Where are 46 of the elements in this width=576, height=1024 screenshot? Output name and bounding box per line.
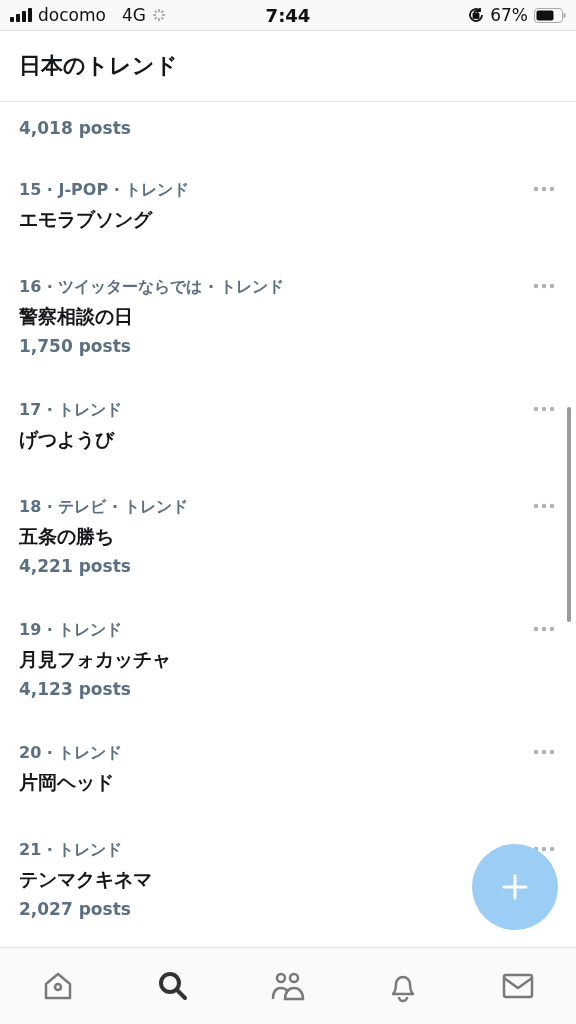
trend-category: 19 · トレンド: [19, 620, 124, 641]
people-icon: [269, 970, 306, 1002]
trend-category: 15 · J-POP · トレンド: [19, 180, 190, 201]
post-count: 1,750 posts: [19, 336, 132, 356]
trend-item[interactable]: 18 · テレビ · トレンド 五条の勝ち 4,221 posts: [0, 475, 576, 598]
network-type: 4G: [121, 5, 146, 25]
trend-title: げつようび: [19, 427, 116, 452]
trend-title: 片岡ヘッド: [19, 770, 115, 795]
more-options-icon[interactable]: [533, 186, 555, 192]
trend-category: 16 · ツイッターならでは · トレンド: [19, 277, 284, 298]
more-options-icon[interactable]: [533, 406, 555, 412]
plus-icon: [502, 874, 528, 900]
battery-icon: [534, 7, 566, 23]
mail-icon: [501, 971, 536, 1001]
trend-item[interactable]: 17 · トレンド げつようび: [0, 378, 576, 475]
clock-time: 7:44: [265, 4, 311, 26]
post-count: 4,018 posts: [19, 118, 131, 138]
trend-category: 17 · トレンド: [19, 400, 123, 421]
post-count: 4,221 posts: [19, 556, 132, 576]
rotation-lock-icon: [468, 7, 485, 23]
trend-item[interactable]: 20 · トレンド 片岡ヘッド: [0, 721, 576, 818]
trend-title: 五条の勝ち: [19, 524, 115, 549]
trend-title: 月見フォカッチャ: [19, 647, 171, 672]
trend-category: 21 · トレンド: [19, 840, 124, 861]
more-options-icon[interactable]: [533, 283, 555, 289]
more-options-icon[interactable]: [533, 626, 555, 632]
loading-spinner-icon: [151, 8, 166, 22]
trend-title: テンマクキネマ: [19, 867, 152, 892]
more-options-icon[interactable]: [533, 749, 555, 755]
signal-icon: [10, 8, 32, 22]
more-options-icon[interactable]: [533, 503, 555, 509]
trend-title: エモラブソング: [19, 207, 154, 232]
search-icon: [156, 970, 189, 1002]
trend-category: 18 · テレビ · トレンド: [19, 497, 188, 518]
more-options-icon[interactable]: [533, 846, 555, 852]
post-count: 2,027 posts: [19, 899, 132, 919]
trend-title: 警察相談の日: [19, 304, 134, 329]
trend-category: 20 · トレンド: [19, 743, 123, 764]
trend-item[interactable]: 21 · トレンド テンマクキネマ 2,027 posts: [0, 818, 576, 941]
trend-item[interactable]: 19 · トレンド 月見フォカッチャ 4,123 posts: [0, 598, 576, 721]
carrier-name: docomo: [38, 5, 106, 25]
post-count: 4,123 posts: [19, 679, 132, 699]
battery-percent: 67%: [490, 5, 528, 25]
page-title: 日本のトレンド: [19, 52, 178, 80]
trend-item[interactable]: 16 · ツイッターならでは · トレンド 警察相談の日 1,750 posts: [0, 255, 576, 378]
trend-item[interactable]: 15 · J-POP · トレンド エモラブソング: [0, 158, 576, 255]
